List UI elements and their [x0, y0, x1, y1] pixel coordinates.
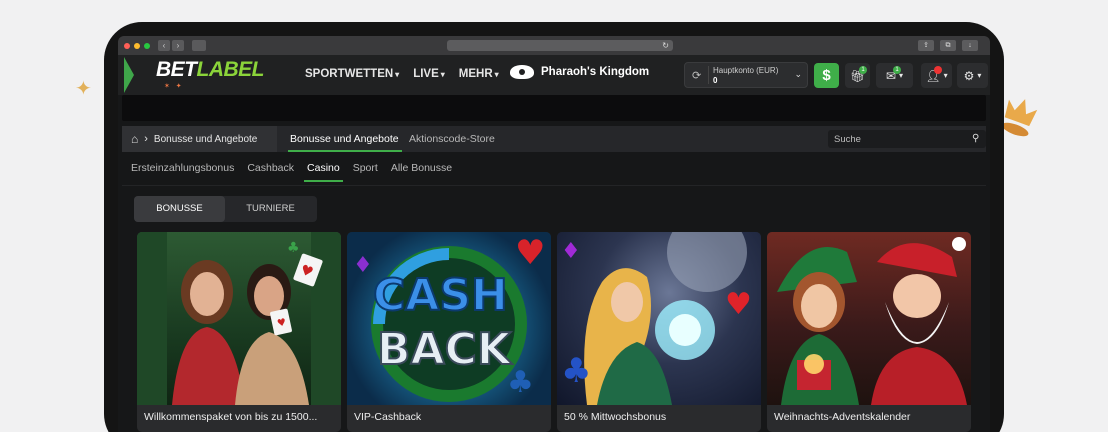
welcome-package-image: ♥ ♥ ♣: [137, 232, 341, 405]
nav-label: MEHR: [458, 68, 493, 80]
tab-aktionscode-store[interactable]: Aktionscode-Store: [409, 126, 495, 152]
betlabel-logo[interactable]: BETLABEL: [156, 58, 264, 82]
cashback-image-text-bottom: BACK: [377, 324, 513, 375]
account-label: Hauptkonto (EUR): [713, 66, 779, 75]
main-navigation: SPORTWETTEN ▾ LIVE ▾ MEHR ▾: [305, 68, 499, 80]
pharaoh-eye-icon: [510, 65, 534, 79]
wednesday-bonus-image: ♥ ♣ ♦: [557, 232, 761, 405]
breadcrumb-current[interactable]: Bonusse und Angebote: [154, 134, 257, 145]
divider: [122, 185, 986, 186]
svg-text:♣: ♣: [561, 351, 591, 391]
messages-count-badge: 1: [893, 66, 901, 74]
advent-calendar-image: [767, 232, 971, 405]
download-icon[interactable]: ↓: [962, 40, 978, 51]
chevron-down-icon: ⌄: [794, 69, 802, 79]
browser-actions: ⇪ ⧉ ↓: [918, 40, 978, 51]
logo-bet-text: BET: [156, 58, 197, 81]
divider: [708, 66, 709, 84]
promo-card-title: VIP-Cashback: [354, 411, 422, 423]
promo-card-title: Weihnachts-Adventskalender: [774, 411, 911, 423]
search-input[interactable]: [828, 130, 986, 148]
crown-icon: [1001, 99, 1038, 137]
subtab-alle-bonusse[interactable]: Alle Bonusse: [391, 162, 452, 182]
nav-label: SPORTWETTEN: [305, 68, 394, 80]
refresh-icon[interactable]: ⟳: [692, 69, 701, 82]
nav-mehr[interactable]: MEHR ▾: [459, 68, 499, 80]
subtab-cashback[interactable]: Cashback: [247, 162, 294, 182]
forward-arrow-icon[interactable]: ›: [172, 40, 184, 51]
dollar-icon: $: [822, 67, 831, 84]
close-window-button[interactable]: [124, 42, 130, 49]
svg-text:♣: ♣: [507, 365, 534, 400]
tab-bonusse-und-angebote[interactable]: Bonusse und Angebote: [288, 126, 402, 152]
svg-text:♦: ♦: [353, 253, 373, 278]
breadcrumb: ⌂ › Bonusse und Angebote: [122, 126, 277, 152]
nav-sportwetten[interactable]: SPORTWETTEN ▾: [305, 68, 399, 80]
subtab-sport[interactable]: Sport: [353, 162, 378, 182]
promo-card-wednesday-bonus[interactable]: ♥ ♣ ♦ 50 % Mittwochsbonus: [557, 232, 761, 432]
share-icon[interactable]: ⇪: [918, 40, 934, 51]
promo-card-vip-cashback[interactable]: CASH BACK ♥ ♣ ♦ VIP-Cashback: [347, 232, 551, 432]
chevron-down-icon: ▾: [395, 69, 400, 79]
bonus-type-toggle: BONUSSE TURNIERE: [134, 196, 317, 222]
cashback-image-text-top: CASH: [373, 270, 508, 321]
sidebar-icon[interactable]: [192, 40, 206, 51]
cashback-image: CASH BACK ♥ ♣ ♦: [347, 232, 551, 405]
svg-text:♥: ♥: [725, 287, 752, 322]
deposit-button[interactable]: $: [814, 63, 839, 88]
featured-game-link[interactable]: Pharaoh's Kingdom: [510, 65, 649, 79]
nav-label: LIVE: [413, 68, 439, 80]
bonus-category-tabs: Ersteinzahlungsbonus Cashback Casino Spo…: [131, 162, 452, 182]
svg-text:♦: ♦: [561, 239, 581, 264]
gift-button[interactable]: 🎁︎ 1: [845, 63, 870, 88]
promo-card-welcome[interactable]: ♥ ♥ ♣ Willkommenspaket von bis zu 1500..…: [137, 232, 341, 432]
segment-bonusse[interactable]: BONUSSE: [134, 196, 225, 222]
chevron-down-icon: ▾: [977, 71, 982, 80]
minimize-window-button[interactable]: [134, 42, 140, 49]
gear-icon: ⚙: [963, 68, 975, 83]
tabs-icon[interactable]: ⧉: [940, 40, 956, 51]
home-icon[interactable]: ⌂: [131, 132, 138, 146]
account-balance: 0: [713, 76, 718, 85]
notification-dot: [934, 66, 942, 74]
chevron-right-icon: ›: [144, 133, 148, 145]
search-icon[interactable]: ⚲: [972, 133, 979, 144]
subtab-ersteinzahlungsbonus[interactable]: Ersteinzahlungsbonus: [131, 162, 234, 182]
reload-icon[interactable]: ↻: [662, 40, 669, 51]
svg-text:♥: ♥: [515, 233, 545, 273]
promo-card-title: 50 % Mittwochsbonus: [564, 411, 667, 423]
logo-sparkles-icon: ✶ ✦: [164, 83, 184, 90]
settings-button[interactable]: ⚙ ▾: [957, 63, 988, 88]
messages-button[interactable]: ✉ ▾ 1: [876, 63, 913, 88]
nav-live[interactable]: LIVE ▾: [413, 68, 445, 80]
subtab-casino[interactable]: Casino: [304, 162, 343, 182]
site-header: BETLABEL ✶ ✦ SPORTWETTEN ▾ LIVE ▾ MEHR ▾…: [118, 55, 990, 95]
promo-card-advent-calendar[interactable]: Weihnachts-Adventskalender: [767, 232, 971, 432]
chevron-down-icon: ▾: [494, 69, 499, 79]
profile-button[interactable]: 👤︎ ▾: [921, 63, 952, 88]
back-arrow-icon[interactable]: ‹: [158, 40, 170, 51]
browser-toolbar: ‹ › ↻ ⇪ ⧉ ↓: [118, 36, 990, 55]
logo-label-text: LABEL: [196, 58, 265, 81]
breadcrumb-bar: ⌂ › Bonusse und Angebote Bonusse und Ang…: [122, 126, 986, 152]
chevron-down-icon: ▾: [943, 71, 948, 80]
promo-cards: ♥ ♥ ♣ Willkommenspaket von bis zu 1500..…: [137, 232, 971, 432]
featured-game-label: Pharaoh's Kingdom: [541, 66, 650, 78]
gift-count-badge: 1: [859, 66, 867, 74]
sparkle-icon: ✦: [75, 78, 92, 100]
window-controls: [118, 42, 150, 49]
segment-turniere[interactable]: TURNIERE: [225, 196, 316, 222]
logo-chevron-icon: [124, 57, 134, 93]
promo-card-title: Willkommenspaket von bis zu 1500...: [144, 411, 318, 423]
promo-banner[interactable]: [122, 95, 986, 121]
chevron-down-icon: ▾: [440, 69, 445, 79]
account-balance-selector[interactable]: ⟳ Hauptkonto (EUR) 0 ⌄: [684, 62, 808, 88]
svg-text:♣: ♣: [287, 240, 300, 256]
maximize-window-button[interactable]: [144, 42, 150, 49]
address-bar[interactable]: ↻: [447, 40, 673, 51]
browser-screen: ‹ › ↻ ⇪ ⧉ ↓ BETLABEL ✶ ✦ SPORTWETTEN ▾ L…: [118, 36, 990, 432]
